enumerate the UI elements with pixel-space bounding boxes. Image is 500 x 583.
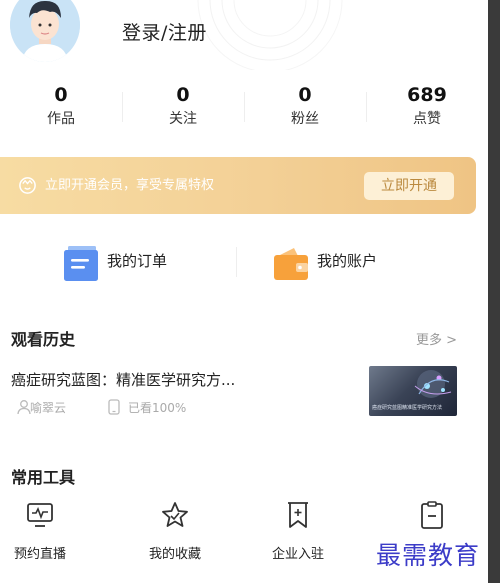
watch-progress: 已看100% — [128, 401, 187, 415]
stat-label: 点赞 — [413, 111, 441, 127]
watch-history-title: 观看历史 — [11, 330, 76, 349]
monitor-pulse-icon — [27, 503, 53, 527]
history-more-link[interactable]: 更多 > — [416, 329, 457, 348]
login-register-link[interactable]: 登录/注册 — [122, 18, 207, 45]
quick-links: 我的订单 我的账户 — [0, 240, 476, 286]
stat-label: 作品 — [47, 111, 75, 127]
divider — [236, 247, 237, 277]
stat-value: 0 — [176, 84, 190, 106]
stat-label: 粉丝 — [291, 111, 319, 127]
order-document-icon — [64, 246, 98, 281]
stat-likes[interactable]: 689 点赞 — [366, 82, 488, 132]
stat-following[interactable]: 0 关注 — [122, 82, 244, 132]
window-edge — [488, 0, 500, 583]
tool-label: 企业入驻 — [271, 547, 324, 562]
stat-followers[interactable]: 0 粉丝 — [244, 82, 366, 132]
phone-icon — [108, 399, 120, 415]
video-title: 癌症研究蓝图：精准医学研究方... — [11, 371, 236, 389]
watermark-text: 最需教育 — [376, 541, 481, 570]
star-icon — [162, 502, 188, 527]
vip-open-button[interactable]: 立即开通 — [364, 172, 454, 200]
stat-label: 关注 — [169, 111, 197, 127]
stat-value: 689 — [407, 84, 447, 106]
stat-works[interactable]: 0 作品 — [0, 82, 122, 132]
stats-bar: 0 作品 0 关注 0 粉丝 689 点赞 — [0, 82, 488, 132]
tool-my-favorites[interactable]: 我的收藏 — [130, 500, 220, 562]
stat-value: 0 — [54, 84, 68, 106]
my-orders-label: 我的订单 — [107, 252, 168, 270]
video-author: 喻翠云 — [30, 401, 67, 415]
vip-face-icon — [19, 177, 36, 194]
vip-promo-text: 立即开通会员，享受专属特权 — [45, 178, 215, 193]
tool-book-live[interactable]: 预约直播 — [0, 500, 85, 562]
stat-value: 0 — [298, 84, 312, 106]
avatar-icon — [10, 0, 80, 62]
profile-page: 登录/注册 0 作品 0 关注 0 粉丝 689 点赞 立即开通会员，享受专属特… — [0, 0, 488, 583]
tool-label: 预约直播 — [13, 547, 66, 562]
vip-banner[interactable]: 立即开通会员，享受专属特权 立即开通 — [0, 157, 476, 214]
tool-enterprise-join[interactable]: 企业入驻 — [253, 500, 343, 562]
history-video-item[interactable]: 癌症研究蓝图：精准医学研究方... 喻翠云 已看100% 癌症研究蓝图精准医学研… — [0, 362, 476, 422]
profile-header: 登录/注册 — [0, 0, 488, 75]
video-thumbnail: 癌症研究蓝图精准医学研究方法 — [369, 366, 457, 416]
avatar[interactable] — [10, 0, 80, 62]
my-account-label: 我的账户 — [317, 252, 378, 270]
wallet-icon — [274, 248, 308, 280]
clipboard-minus-icon — [421, 501, 443, 529]
tool-label: 我的收藏 — [148, 547, 201, 562]
bookmark-plus-icon — [288, 502, 308, 528]
common-tools-title: 常用工具 — [11, 468, 76, 487]
thumbnail-caption: 癌症研究蓝图精准医学研究方法 — [372, 405, 443, 411]
